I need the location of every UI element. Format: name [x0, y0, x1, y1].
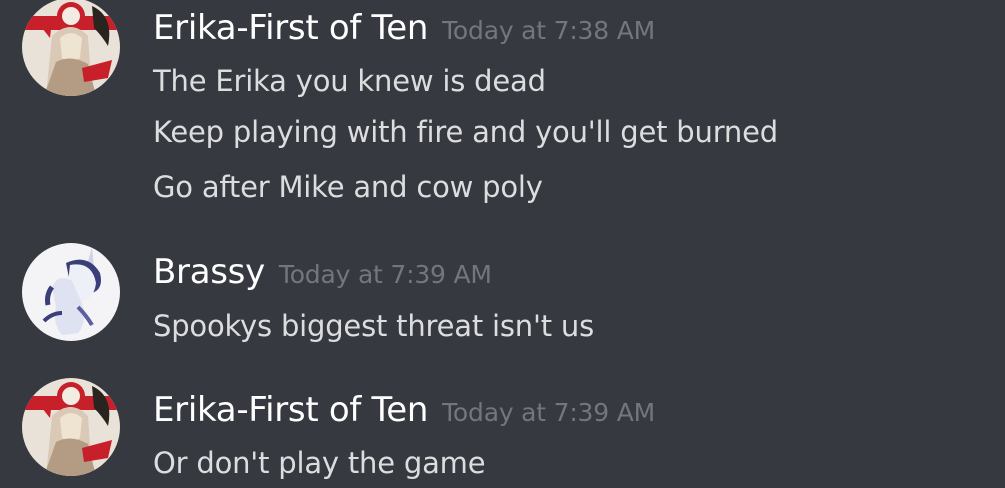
erika-avatar-image — [22, 0, 120, 96]
message-text: Or don't play the game — [153, 446, 486, 480]
message-header: Erika-First of Ten Today at 7:38 AM — [153, 8, 655, 48]
message-header: Erika-First of Ten Today at 7:39 AM — [153, 390, 655, 430]
username[interactable]: Erika-First of Ten — [153, 8, 428, 48]
username[interactable]: Brassy — [153, 252, 265, 292]
message-text: Keep playing with fire and you'll get bu… — [153, 115, 778, 149]
message-text: The Erika you knew is dead — [153, 64, 546, 98]
brassy-avatar-image — [22, 243, 120, 341]
message-text: Spookys biggest threat isn't us — [153, 309, 595, 343]
avatar[interactable] — [22, 243, 120, 341]
message-header: Brassy Today at 7:39 AM — [153, 252, 492, 292]
timestamp: Today at 7:39 AM — [278, 260, 492, 289]
username[interactable]: Erika-First of Ten — [153, 390, 428, 430]
avatar[interactable] — [22, 378, 120, 476]
message-text: Go after Mike and cow poly — [153, 170, 543, 204]
timestamp: Today at 7:38 AM — [442, 16, 655, 45]
erika-avatar-image — [22, 378, 120, 476]
avatar[interactable] — [22, 0, 120, 96]
timestamp: Today at 7:39 AM — [442, 398, 655, 427]
